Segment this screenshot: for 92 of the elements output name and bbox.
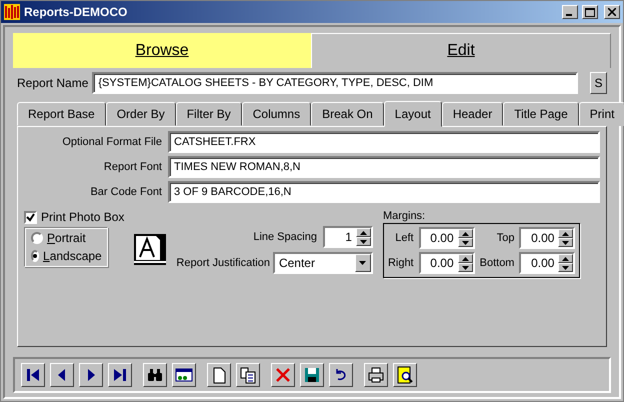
spin-up-button[interactable] <box>458 229 473 238</box>
down-arrow-icon <box>462 240 469 244</box>
window-title: Reports-DEMOCO <box>24 5 128 19</box>
delete-x-icon <box>274 366 292 384</box>
tab[interactable]: Report Base <box>17 102 106 126</box>
up-arrow-icon <box>462 232 469 236</box>
tab[interactable]: Header <box>442 102 504 126</box>
margin-label: Bottom <box>480 257 514 269</box>
radio-dot-icon <box>33 254 37 258</box>
preview-button[interactable] <box>393 363 417 387</box>
first-button[interactable] <box>21 363 45 387</box>
spin-down-button[interactable] <box>558 263 574 272</box>
maximize-icon <box>585 8 595 16</box>
line-spacing-label: Line Spacing <box>253 231 317 243</box>
undo-button[interactable] <box>329 363 353 387</box>
checkmark-icon <box>26 212 35 222</box>
form-icon <box>175 366 193 384</box>
copy-icon <box>239 366 257 384</box>
save-button[interactable] <box>300 363 324 387</box>
first-record-icon <box>24 366 42 384</box>
app-icon <box>4 4 20 20</box>
minimize-button[interactable] <box>562 5 578 19</box>
checkbox[interactable] <box>24 210 37 224</box>
next-button[interactable] <box>79 363 103 387</box>
close-button[interactable] <box>604 5 620 19</box>
delete-button[interactable] <box>271 363 295 387</box>
report-name-label: Report Name <box>17 76 88 90</box>
spin-up-button[interactable] <box>458 254 473 263</box>
select-button[interactable]: S <box>590 72 607 94</box>
spin-up-button[interactable] <box>558 229 574 238</box>
radio-label: Portrait <box>47 231 86 245</box>
margin-label: Left <box>394 232 414 244</box>
prev-button[interactable] <box>50 363 74 387</box>
printer-icon <box>367 366 385 384</box>
down-arrow-icon <box>359 261 366 265</box>
field-label: Bar Code Font <box>89 186 162 198</box>
font-icon <box>134 234 166 265</box>
text-field[interactable]: 3 OF 9 BARCODE,16,N <box>168 181 600 203</box>
spin-down-button[interactable] <box>458 263 473 272</box>
dropdown-button[interactable] <box>354 254 371 272</box>
spin-up-button[interactable] <box>356 228 371 237</box>
find-button[interactable] <box>143 363 167 387</box>
down-arrow-icon <box>360 240 367 244</box>
form-button[interactable] <box>172 363 196 387</box>
radio-button[interactable] <box>31 250 39 262</box>
last-record-icon <box>111 366 129 384</box>
maximize-button[interactable] <box>582 5 598 19</box>
margin-label: Top <box>496 232 514 244</box>
down-arrow-icon <box>562 240 570 244</box>
checkbox-label: Print Photo Box <box>41 210 124 224</box>
tab[interactable]: Order By <box>106 102 176 126</box>
tab[interactable]: Columns <box>242 102 312 126</box>
mode-tab[interactable]: Edit <box>311 33 611 68</box>
tab[interactable]: Layout <box>384 101 442 127</box>
print-button[interactable] <box>364 363 388 387</box>
down-arrow-icon <box>562 266 570 270</box>
up-arrow-icon <box>562 232 570 236</box>
spin-down-button[interactable] <box>558 238 574 247</box>
radio-button[interactable] <box>31 232 43 244</box>
spin-down-button[interactable] <box>458 238 473 247</box>
tab[interactable]: Title Page <box>503 102 579 126</box>
spin-down-button[interactable] <box>356 237 371 246</box>
justification-dropdown[interactable]: Center <box>272 252 373 274</box>
field-label: Report Font <box>102 161 162 173</box>
copy-button[interactable] <box>236 363 260 387</box>
tab[interactable]: Break On <box>311 102 384 126</box>
binoculars-icon <box>146 366 164 384</box>
up-arrow-icon <box>462 256 469 260</box>
report-name-field[interactable]: {SYSTEM}CATALOG SHEETS - BY CATEGORY, TYPE, DESC, DIM <box>92 72 578 94</box>
margin-spinner[interactable]: 0.00 <box>418 227 475 249</box>
down-arrow-icon <box>462 266 469 270</box>
margin-spinner[interactable]: 0.00 <box>418 252 475 274</box>
tab[interactable]: Filter By <box>176 102 242 126</box>
new-button[interactable] <box>207 363 231 387</box>
spin-up-button[interactable] <box>558 254 574 263</box>
field-label: Optional Format File <box>61 136 162 148</box>
print-preview-icon <box>396 366 414 384</box>
margin-spinner[interactable]: 0.00 <box>519 252 576 274</box>
mode-tab[interactable]: Browse <box>13 33 311 68</box>
line-spacing-spinner[interactable]: 1 <box>322 226 373 248</box>
justification-label: Report Justification <box>176 257 270 269</box>
text-field[interactable]: CATSHEET.FRX <box>168 131 600 153</box>
margin-spinner[interactable]: 0.00 <box>519 227 576 249</box>
up-arrow-icon <box>562 256 570 260</box>
margin-label: Right <box>388 257 414 269</box>
text-field[interactable]: TIMES NEW ROMAN,8,N <box>168 156 600 178</box>
tab[interactable]: Print <box>578 102 624 126</box>
last-button[interactable] <box>108 363 132 387</box>
up-arrow-icon <box>360 230 367 234</box>
close-icon <box>608 8 616 16</box>
margins-title: Margins: <box>382 210 426 222</box>
radio-label: Landscape <box>43 249 102 263</box>
